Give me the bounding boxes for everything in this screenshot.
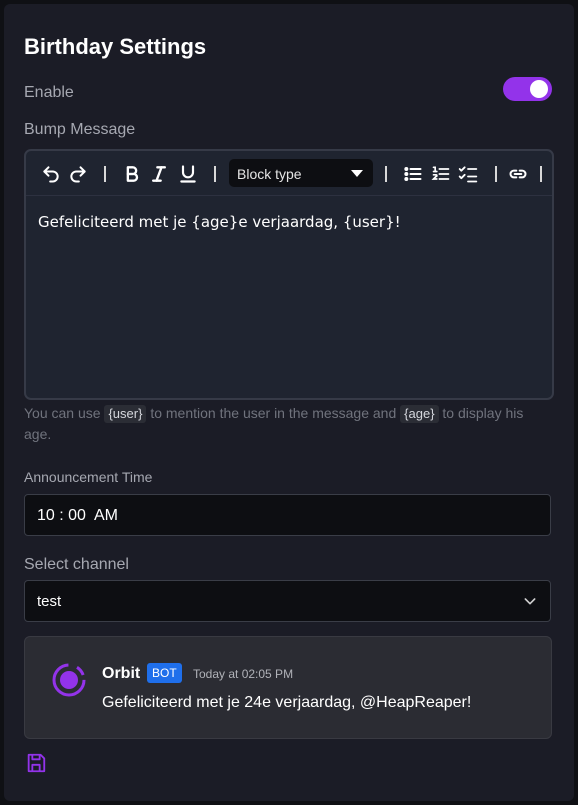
toolbar-divider bbox=[495, 166, 497, 182]
toolbar-divider bbox=[540, 166, 542, 182]
enable-toggle[interactable] bbox=[503, 77, 552, 101]
save-icon[interactable] bbox=[25, 752, 47, 774]
editor-content[interactable]: Gefeliciteerd met je {age}e verjaardag, … bbox=[38, 213, 401, 231]
orbit-logo-icon bbox=[52, 663, 86, 697]
link-icon[interactable] bbox=[507, 163, 529, 185]
page-title: Birthday Settings bbox=[24, 34, 207, 59]
announcement-time-input[interactable]: 10 : 00 AM bbox=[24, 494, 551, 536]
preview-message: Gefeliciteerd met je 24e verjaardag, @He… bbox=[102, 694, 472, 711]
editor-toolbar: Block type bbox=[26, 151, 552, 196]
bot-name: Orbit bbox=[102, 665, 141, 682]
birthday-settings-panel: Birthday Settings Enable Bump Message Bl… bbox=[4, 4, 574, 801]
toolbar-divider bbox=[385, 166, 387, 182]
redo-icon[interactable] bbox=[67, 163, 89, 185]
enable-label: Enable bbox=[24, 84, 74, 101]
caret-down-icon bbox=[351, 170, 363, 177]
chevron-down-icon bbox=[524, 598, 536, 605]
help-text-part: to mention the user in the message and bbox=[146, 405, 401, 421]
bot-badge: BOT bbox=[147, 663, 182, 683]
toolbar-divider bbox=[104, 166, 106, 182]
channel-value: test bbox=[37, 593, 62, 610]
underline-icon[interactable] bbox=[177, 163, 199, 185]
channel-select[interactable]: test bbox=[24, 580, 551, 622]
bump-message-label: Bump Message bbox=[24, 121, 136, 138]
undo-icon[interactable] bbox=[40, 163, 62, 185]
message-timestamp: Today at 02:05 PM bbox=[193, 667, 294, 681]
block-type-label: Block type bbox=[237, 166, 302, 182]
help-text: You can use {user} to mention the user i… bbox=[24, 403, 544, 445]
toggle-knob bbox=[530, 80, 548, 98]
bullet-list-icon[interactable] bbox=[402, 163, 424, 185]
user-placeholder-code: {user} bbox=[104, 405, 147, 423]
time-value: 10 : 00 AM bbox=[37, 507, 118, 524]
numbered-list-icon[interactable] bbox=[430, 163, 452, 185]
toolbar-divider bbox=[214, 166, 216, 182]
checklist-icon[interactable] bbox=[457, 163, 479, 185]
italic-icon[interactable] bbox=[148, 163, 170, 185]
message-preview: Orbit BOT Today at 02:05 PM Gefeliciteer… bbox=[24, 636, 552, 739]
rich-text-editor[interactable]: Block type Gefeliciteerd met je {age}e v… bbox=[24, 149, 554, 400]
announcement-time-label: Announcement Time bbox=[24, 469, 153, 485]
help-text-part: You can use bbox=[24, 405, 105, 421]
age-placeholder-code: {age} bbox=[400, 405, 439, 423]
bold-icon[interactable] bbox=[121, 163, 143, 185]
block-type-select[interactable]: Block type bbox=[229, 159, 373, 187]
select-channel-label: Select channel bbox=[24, 556, 129, 573]
